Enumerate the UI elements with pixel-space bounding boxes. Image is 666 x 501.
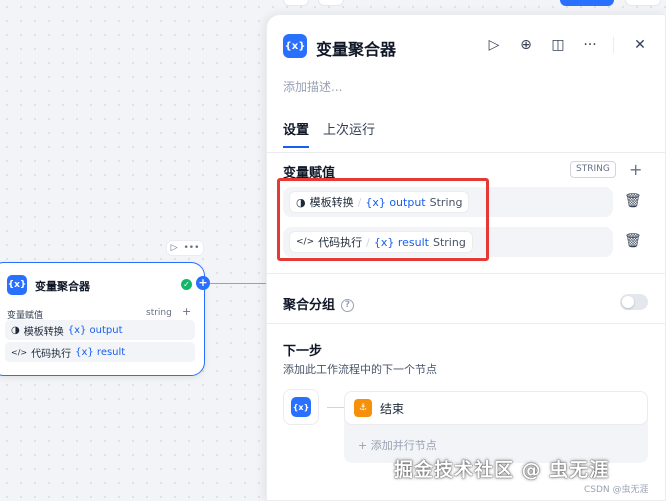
variable-aggregator-node[interactable]: {x} 变量聚合器 ✓ 变量赋值 string + ◑ 模板转换 {x} out…	[0, 262, 205, 376]
watermark: 掘金技术社区 @ 虫无涯	[394, 459, 610, 481]
end-label: 结束	[380, 401, 405, 416]
node-row-source: 代码执行	[31, 348, 72, 360]
aggregate-group-title: 聚合分组?	[283, 294, 355, 313]
template-icon: ◑	[11, 324, 20, 336]
next-step-desc: 添加此工作流程中的下一个节点	[283, 363, 437, 376]
next-step-title: 下一步	[283, 344, 323, 359]
end-icon: ⚓	[354, 399, 372, 417]
node-connector-plus-icon[interactable]: +	[196, 276, 210, 290]
panel-tabs: 设置 上次运行	[283, 119, 375, 148]
more-icon[interactable]: •••	[183, 243, 199, 253]
publish-button[interactable]	[560, 0, 614, 6]
node-row-var: {x} output	[67, 324, 123, 336]
node-var-row: </> 代码执行 {x} result	[5, 342, 195, 362]
code-icon: </>	[11, 347, 28, 357]
csdn-watermark: CSDN @虫无涯	[584, 485, 649, 495]
trash-icon[interactable]: 🗑	[624, 193, 642, 209]
highlight-box	[277, 178, 489, 261]
node-row-var: {x} result	[75, 346, 126, 358]
next-node-list: ⚓ 结束 + 添加并行节点	[344, 391, 648, 463]
top-button[interactable]	[283, 0, 309, 6]
close-icon[interactable]: ✕	[631, 37, 649, 53]
locate-icon[interactable]: ⊕	[517, 37, 535, 53]
variable-icon: {x}	[291, 397, 311, 417]
node-var-row: ◑ 模板转换 {x} output	[5, 320, 195, 340]
help-icon[interactable]: ?	[341, 299, 355, 312]
variable-icon: {x}	[7, 275, 27, 295]
add-variable-icon[interactable]: +	[629, 160, 642, 179]
next-node-end[interactable]: ⚓ 结束	[344, 391, 648, 425]
run-icon[interactable]: ▷	[171, 243, 178, 253]
panel-toolbar: ▷ ⊕ ◫ ··· ✕	[485, 37, 649, 53]
node-row-source: 模板转换	[23, 326, 64, 338]
top-button[interactable]	[318, 0, 344, 6]
type-badge: STRING	[570, 161, 616, 178]
more-icon[interactable]: ···	[581, 37, 599, 53]
aggregate-group-toggle[interactable]	[620, 294, 648, 310]
branch-line	[327, 407, 344, 408]
divider	[267, 323, 666, 324]
add-parallel-node-button[interactable]: + 添加并行节点	[358, 437, 437, 453]
trash-icon[interactable]: 🗑	[624, 233, 642, 249]
node-title: 变量聚合器	[35, 280, 90, 293]
divider	[267, 273, 666, 274]
panel-title[interactable]: 变量聚合器	[316, 36, 396, 60]
split-view-icon[interactable]: ◫	[549, 37, 567, 53]
check-icon: ✓	[181, 279, 192, 290]
top-button[interactable]	[625, 0, 661, 6]
current-node-icon-box: {x}	[283, 389, 319, 425]
divider	[267, 152, 666, 153]
node-add-icon[interactable]: +	[182, 305, 191, 318]
node-type-label: string	[146, 308, 172, 318]
description-input[interactable]: 添加描述...	[283, 78, 342, 95]
node-toolbar: ▷ •••	[166, 240, 204, 256]
variable-icon: {x}	[283, 34, 307, 58]
tab-settings[interactable]: 设置	[283, 119, 310, 148]
aggregate-group-label: 聚合分组	[283, 298, 336, 313]
tab-last-run[interactable]: 上次运行	[323, 119, 375, 148]
node-edge	[210, 283, 267, 284]
run-icon[interactable]: ▷	[485, 37, 503, 53]
